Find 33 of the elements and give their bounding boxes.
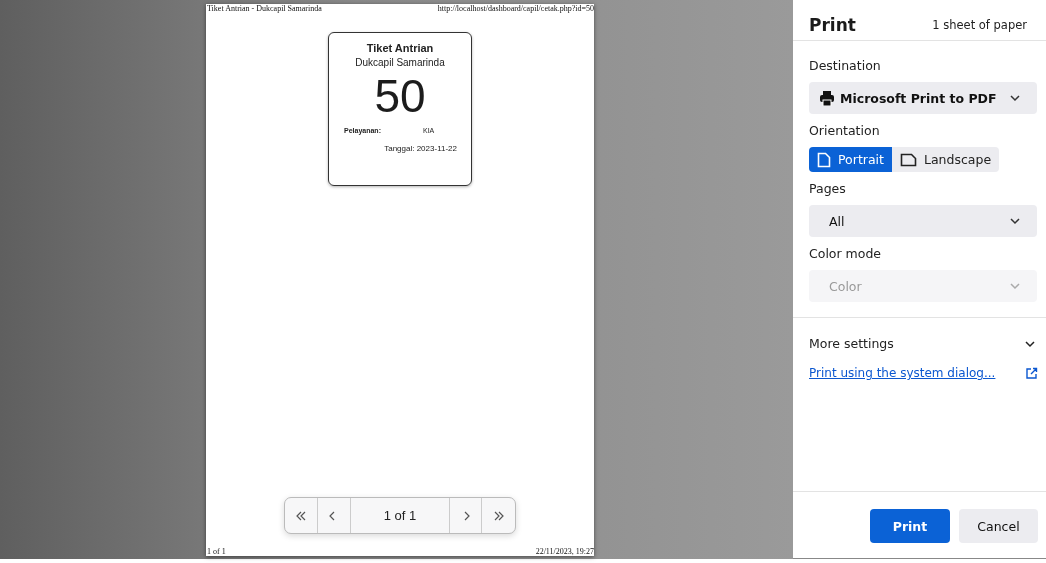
more-settings-toggle[interactable]: More settings <box>793 318 1046 351</box>
orientation-option[interactable]: Portrait <box>809 147 892 172</box>
chevron-down-icon <box>1009 217 1021 225</box>
dropdown[interactable]: Microsoft Print to PDF <box>809 82 1037 114</box>
page-indicator: 1 of 1 <box>382 507 418 525</box>
page-footer-count: 1 of 1 <box>207 547 226 556</box>
ticket-subtitle: Dukcapil Samarinda <box>355 57 445 68</box>
page-footer-date: 22/11/2023, 19:27 <box>535 547 594 556</box>
setting-label: Destination <box>809 58 882 73</box>
cancel-button[interactable]: Cancel <box>959 509 1038 543</box>
chevron-down-icon <box>1009 94 1021 102</box>
setting-label: Pages <box>809 181 847 196</box>
external-link-icon <box>1025 366 1038 380</box>
page-icon <box>899 152 917 167</box>
system-dialog-link[interactable]: Print using the system dialog... <box>809 366 996 380</box>
setting-label: Color mode <box>809 246 883 261</box>
page-header-title: Tiket Antrian - Dukcapil Samarinda <box>207 4 322 13</box>
page-icon <box>817 151 831 168</box>
queue-number: 50 <box>374 73 426 119</box>
first-page-icon <box>294 509 308 522</box>
print-button[interactable]: Print <box>870 509 950 543</box>
ticket-title: Tiket Antrian <box>366 42 434 54</box>
orientation-option[interactable]: Landscape <box>891 147 1000 172</box>
chevron-down-icon <box>1009 282 1021 290</box>
sheet-count: 1 sheet of paper <box>932 18 1027 32</box>
page-header-url: http://localhost/dashboard/capil/cetak.php?id=50 <box>437 4 594 13</box>
ticket-date: Tanggal: 2023-11-22 <box>384 144 457 153</box>
next-page-button[interactable] <box>449 498 482 533</box>
chevron-down-icon <box>1024 339 1036 348</box>
printer-icon <box>819 90 835 106</box>
dialog-title: Print <box>809 15 856 35</box>
dropdown[interactable]: All <box>809 205 1037 237</box>
setting-label: Orientation <box>809 123 881 138</box>
